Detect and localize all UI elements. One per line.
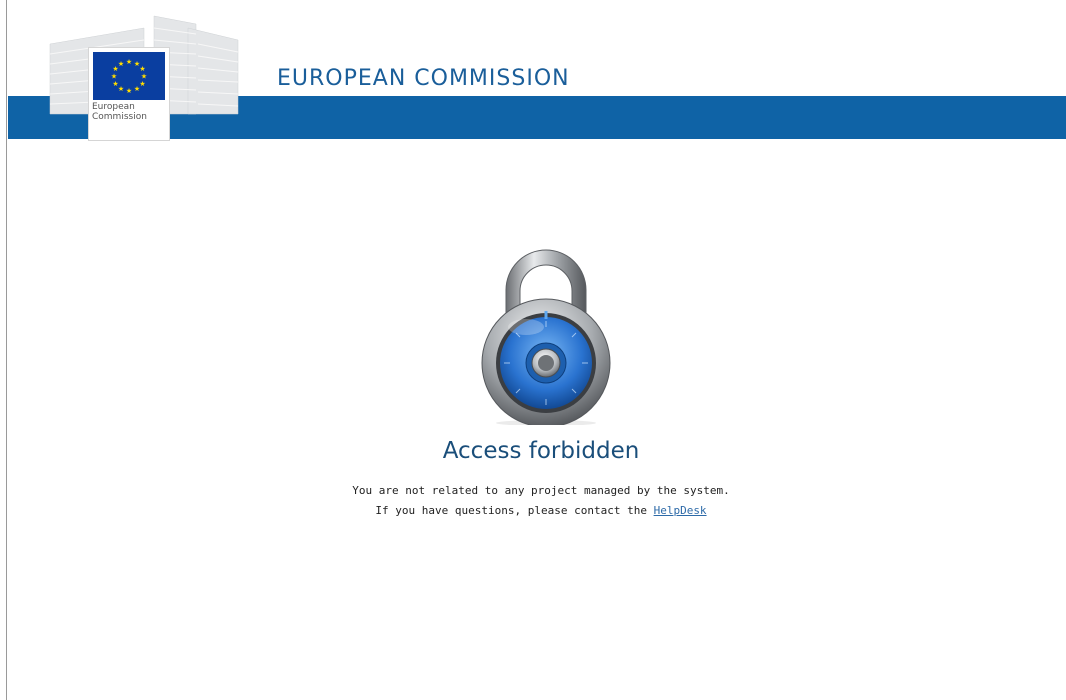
message-line2: If you have questions, please contact th…	[0, 501, 1066, 521]
logo-text-line2: Commission	[92, 112, 147, 122]
logo-flag-box: ★ ★ ★ ★ ★ ★ ★ ★ ★ ★ ★ ★ European Commiss…	[88, 47, 170, 141]
header: ★ ★ ★ ★ ★ ★ ★ ★ ★ ★ ★ ★ European Commiss…	[8, 0, 1066, 141]
site-title: EUROPEAN COMMISSION	[277, 66, 570, 91]
svg-text:★: ★	[112, 80, 118, 88]
european-commission-logo[interactable]: ★ ★ ★ ★ ★ ★ ★ ★ ★ ★ ★ ★ European Commiss…	[48, 14, 248, 141]
padlock-icon	[481, 249, 611, 425]
message-line1: You are not related to any project manag…	[352, 484, 730, 497]
message-line2-prefix: If you have questions, please contact th…	[375, 504, 647, 517]
logo-text-line1: European	[92, 102, 135, 112]
page: ★ ★ ★ ★ ★ ★ ★ ★ ★ ★ ★ ★ European Commiss…	[0, 0, 1066, 700]
page-title: Access forbidden	[442, 438, 640, 464]
svg-text:★: ★	[111, 73, 117, 81]
error-message: You are not related to any project manag…	[0, 481, 1066, 521]
helpdesk-link[interactable]: HelpDesk	[654, 504, 707, 517]
svg-text:★: ★	[139, 80, 145, 88]
svg-text:★: ★	[118, 60, 124, 68]
left-border	[0, 0, 7, 700]
svg-text:★: ★	[126, 58, 132, 66]
logo-text: European Commission	[92, 102, 147, 122]
svg-text:★: ★	[126, 87, 132, 95]
eu-flag-icon: ★ ★ ★ ★ ★ ★ ★ ★ ★ ★ ★ ★	[93, 52, 165, 100]
svg-text:★: ★	[118, 85, 124, 93]
svg-text:★: ★	[134, 85, 140, 93]
